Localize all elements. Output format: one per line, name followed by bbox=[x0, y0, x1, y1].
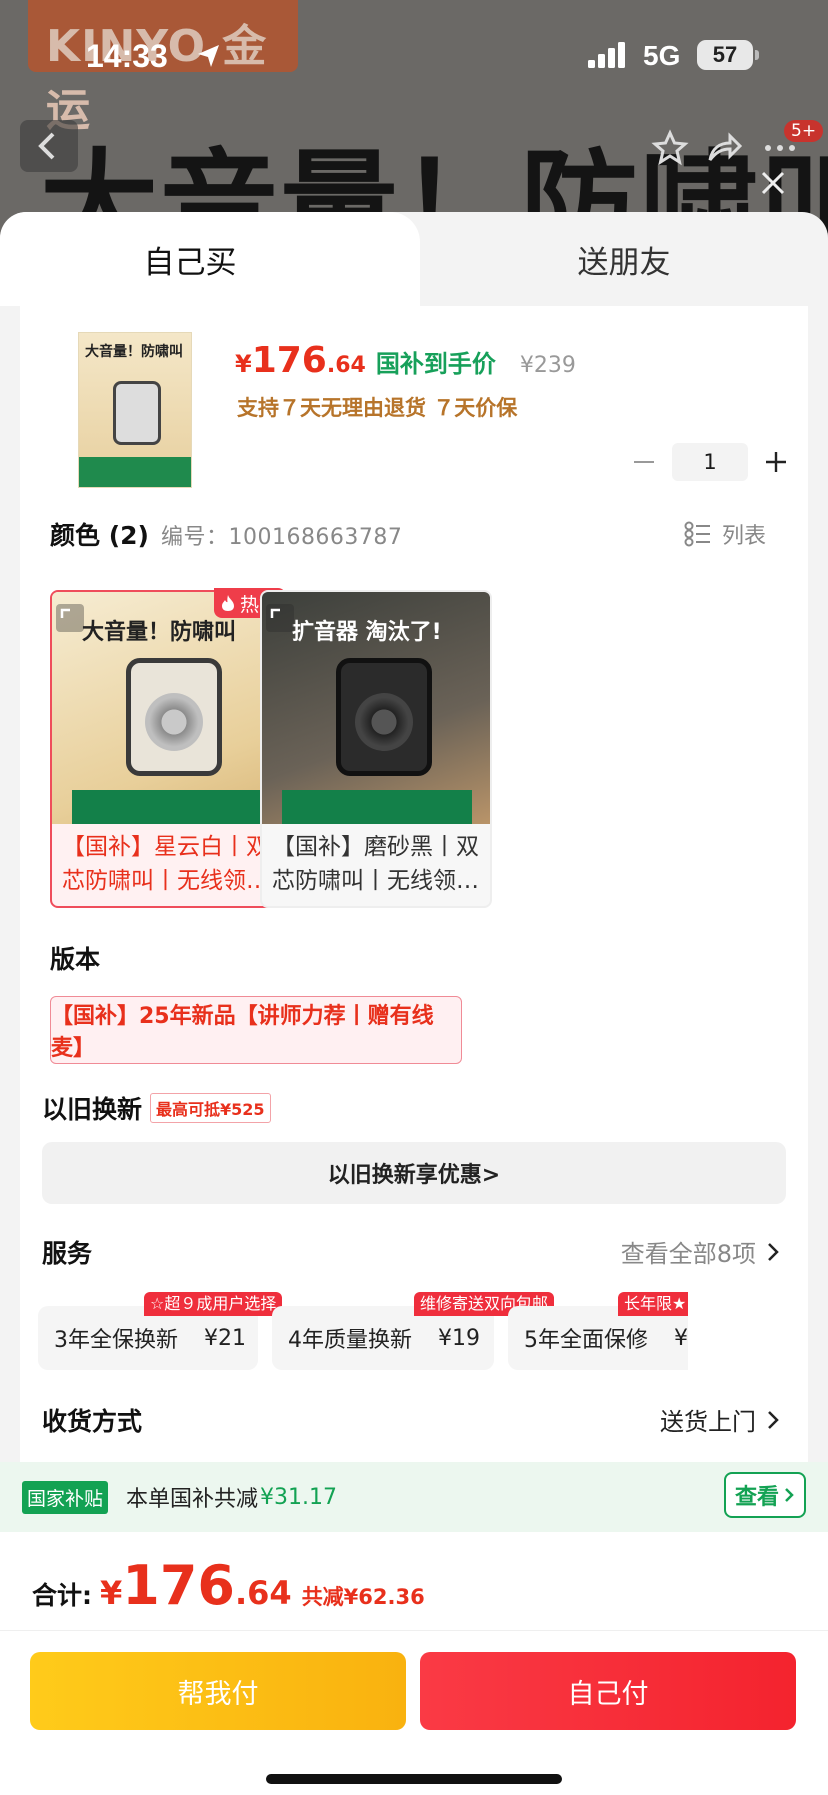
color-heading: 颜色 (2) 编号：100168663787 bbox=[50, 516, 402, 552]
expand-icon[interactable] bbox=[266, 604, 294, 632]
service-name: 5年全面保修 bbox=[524, 1328, 648, 1353]
version-option[interactable]: 【国补】25年新品【讲师力荐丨赠有线麦】 bbox=[50, 996, 462, 1064]
variant-image-headline: 大音量！防啸叫 bbox=[82, 620, 237, 645]
service-name: 3年全保换新 bbox=[54, 1328, 178, 1353]
service-price: ¥21 bbox=[204, 1325, 246, 1351]
subsidy-amount: ¥31.17 bbox=[260, 1484, 338, 1510]
speaker-grill bbox=[145, 693, 203, 751]
total-integer: 176 bbox=[122, 1554, 235, 1617]
network-type: 5G bbox=[643, 40, 681, 71]
service-badge: ☆超９成用户选择 bbox=[144, 1292, 283, 1316]
increase-button[interactable] bbox=[756, 442, 796, 482]
checkout-footer: 合计: ¥ 176 .64 共减¥62.36 帮我付 自己付 bbox=[0, 1532, 828, 1795]
service-name: 4年质量换新 bbox=[288, 1328, 412, 1353]
self-pay-button[interactable]: 自己付 bbox=[420, 1652, 796, 1730]
list-toggle-label: 列表 bbox=[722, 524, 767, 549]
location-arrow-icon bbox=[198, 45, 219, 67]
service-view-all-label: 查看全部8项 bbox=[620, 1240, 756, 1268]
back-button[interactable] bbox=[20, 120, 78, 172]
variant-image-black: 扩音器 淘汰了! bbox=[262, 592, 490, 824]
color-option-black[interactable]: 扩音器 淘汰了! 【国补】磨砂黑丨双芯防啸叫丨无线领… bbox=[260, 590, 492, 908]
status-bar: 14:33 5G 57 bbox=[0, 38, 828, 76]
shipping-value: 送货上门 bbox=[660, 1408, 756, 1436]
sheet-content: 大音量！防啸叫 ¥ 176 .64 国补到手价 ¥239 支持７天无理由退货 ７… bbox=[20, 306, 808, 1466]
total-decimal: .64 bbox=[235, 1574, 292, 1612]
subsidy-view-label: 查看 bbox=[734, 1485, 779, 1510]
tab-bar: 送朋友 自己买 bbox=[0, 212, 828, 306]
tab-gift-friend-label: 送朋友 bbox=[577, 244, 671, 281]
divider bbox=[0, 1630, 828, 1631]
trade-in-button[interactable]: 以旧换新享优惠> bbox=[42, 1142, 786, 1204]
product-code: 编号：100168663787 bbox=[160, 525, 403, 550]
speaker-graphic bbox=[126, 658, 222, 776]
star-icon[interactable] bbox=[650, 128, 690, 168]
price-tag: 国补到手价 bbox=[375, 350, 496, 378]
list-view-toggle[interactable]: 列表 bbox=[684, 518, 766, 550]
variant-image-banner bbox=[282, 790, 472, 824]
price-integer: 176 bbox=[251, 340, 327, 381]
service-heading: 服务 bbox=[42, 1239, 93, 1268]
service-price: ¥19 bbox=[438, 1325, 480, 1351]
speaker-graphic bbox=[336, 658, 432, 776]
quantity-stepper: 1 bbox=[624, 442, 796, 482]
service-view-all[interactable]: 查看全部8项 bbox=[621, 1234, 780, 1269]
tab-self-buy[interactable]: 自己买 bbox=[0, 212, 420, 306]
service-badge: 长年限★ bbox=[618, 1292, 688, 1316]
total-savings: 共减¥62.36 bbox=[301, 1585, 425, 1609]
plus-icon bbox=[766, 452, 786, 472]
quantity-input[interactable]: 1 bbox=[672, 443, 748, 481]
thumbnail-banner bbox=[79, 457, 191, 487]
trade-in-label: 以旧换新 bbox=[42, 1095, 143, 1124]
thumbnail-device bbox=[113, 381, 161, 445]
subsidy-bar: 国家补贴 本单国补共减 ¥31.17 查看 bbox=[0, 1462, 828, 1532]
color-option-label: 【国补】星云白丨双芯防啸叫丨无线领… bbox=[62, 834, 269, 894]
color-option-white[interactable]: 大音量！防啸叫 【国补】星云白丨双芯防啸叫丨无线领… bbox=[50, 590, 282, 908]
total-price: 合计: ¥ 176 .64 共减¥62.36 bbox=[32, 1554, 425, 1617]
shipping-heading: 收货方式 bbox=[42, 1407, 143, 1436]
home-indicator[interactable] bbox=[266, 1774, 562, 1784]
share-icon[interactable] bbox=[704, 128, 744, 168]
battery-indicator: 57 bbox=[697, 40, 759, 70]
color-option-label: 【国补】磨砂黑丨双芯防啸叫丨无线领… bbox=[272, 834, 479, 894]
tab-gift-friend[interactable]: 送朋友 bbox=[420, 212, 828, 306]
variant-image-headline: 扩音器 淘汰了! bbox=[292, 620, 442, 645]
service-price: ¥4 bbox=[674, 1325, 688, 1351]
total-currency: ¥ bbox=[100, 1574, 123, 1612]
close-icon[interactable] bbox=[755, 165, 791, 201]
chevron-right-icon bbox=[785, 1488, 794, 1502]
subsidy-view-button[interactable]: 查看 bbox=[724, 1472, 806, 1518]
decrease-button[interactable] bbox=[624, 442, 664, 482]
trade-in-limit-badge: 最高可抵¥525 bbox=[150, 1093, 271, 1123]
chevron-right-icon bbox=[768, 1410, 779, 1429]
gov-subsidy-badge: 国家补贴 bbox=[22, 1480, 109, 1514]
version-heading: 版本 bbox=[50, 945, 101, 974]
list-icon bbox=[684, 521, 710, 547]
variant-image-banner bbox=[72, 790, 262, 824]
expand-icon[interactable] bbox=[56, 604, 84, 632]
shipping-method[interactable]: 送货上门 bbox=[660, 1402, 780, 1437]
tab-self-buy-label: 自己买 bbox=[143, 244, 237, 281]
help-pay-button[interactable]: 帮我付 bbox=[30, 1652, 406, 1730]
notification-badge: 5+ bbox=[784, 120, 824, 142]
price-currency: ¥ bbox=[235, 350, 252, 378]
minus-icon bbox=[634, 461, 654, 463]
color-heading-label: 颜色 (2) bbox=[50, 521, 149, 550]
variant-image-white: 大音量！防啸叫 bbox=[52, 592, 280, 824]
product-price: ¥ 176 .64 国补到手价 ¥239 bbox=[235, 340, 576, 381]
speaker-grill bbox=[355, 693, 413, 751]
fire-icon bbox=[222, 595, 234, 611]
trade-in-heading: 以旧换新 最高可抵¥525 bbox=[42, 1090, 271, 1126]
original-price: ¥239 bbox=[519, 353, 576, 378]
status-time: 14:33 bbox=[86, 38, 168, 74]
product-thumbnail[interactable]: 大音量！防啸叫 bbox=[78, 332, 192, 488]
purchase-sheet: 送朋友 自己买 大音量！防啸叫 ¥ 176 .64 国补到手价 ¥239 支持７… bbox=[0, 212, 828, 1795]
signal-icon bbox=[588, 42, 625, 68]
subsidy-text: 本单国补共减 bbox=[126, 1487, 259, 1512]
thumbnail-headline: 大音量！防啸叫 bbox=[85, 344, 183, 360]
total-label: 合计: bbox=[32, 1581, 92, 1610]
chevron-right-icon bbox=[768, 1242, 779, 1261]
guarantee-text: 支持７天无理由退货 ７天价保 bbox=[237, 396, 518, 420]
price-decimal: .64 bbox=[326, 353, 366, 378]
